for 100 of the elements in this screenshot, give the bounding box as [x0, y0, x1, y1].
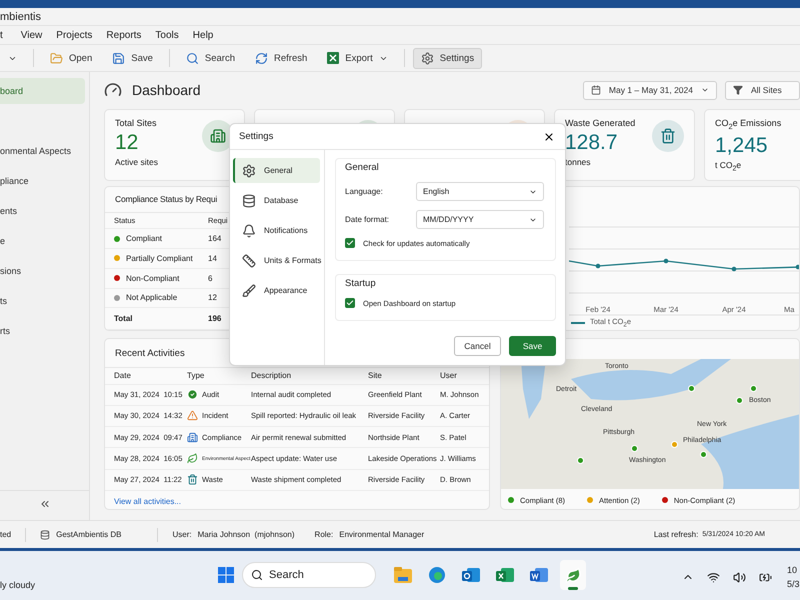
caret-icon [701, 86, 709, 94]
table-cell: 6 [208, 274, 212, 283]
sidebar-item[interactable]: sions [0, 258, 85, 284]
menu-item[interactable]: Help [192, 30, 214, 40]
menu-item[interactable]: Tools [155, 30, 179, 40]
spreadsheet-icon [496, 566, 514, 584]
date-range-picker[interactable]: May 1 – May 31, 2024 [582, 80, 717, 100]
table-cell: Partially Compliant [114, 254, 193, 263]
card-title: Total Sites [115, 118, 158, 128]
sidebar-item[interactable]: ts [0, 288, 85, 314]
settings-icon [242, 164, 256, 178]
sidebar-item[interactable]: e [0, 228, 85, 254]
start-icon[interactable] [218, 567, 234, 583]
group-title: General [345, 161, 380, 173]
card-value: 1,245 [715, 134, 768, 158]
save-button[interactable]: Save [509, 336, 556, 356]
card-title: Waste Generated [565, 118, 636, 128]
settings-nav-item[interactable]: General [233, 158, 320, 183]
document-app-icon [530, 566, 548, 584]
clock-time: 10 [787, 564, 798, 577]
sidebar-item[interactable]: pliance [0, 168, 85, 194]
card-caption: Active sites [115, 157, 159, 167]
language-select[interactable]: English [416, 182, 544, 201]
table-cell: 12 [208, 293, 217, 302]
settings-nav-item[interactable]: Appearance [233, 278, 320, 303]
group-title: Startup [345, 277, 377, 289]
settings-nav-item[interactable]: Database [233, 188, 320, 213]
user-label: User: [172, 530, 192, 539]
role-label: Role: [314, 530, 334, 539]
settings-nav-item[interactable]: Units & Formats [233, 248, 320, 273]
table-cell: Non-Compliant [114, 274, 180, 283]
column-header: User [440, 371, 457, 380]
search-icon [251, 569, 263, 581]
menu-item[interactable]: Projects [56, 30, 92, 40]
card-value: 12 [115, 131, 138, 155]
sidebar-item[interactable]: onmental Aspects [0, 138, 85, 164]
building-icon [210, 128, 226, 144]
taskbar-app[interactable] [560, 560, 586, 590]
database-icon [242, 194, 256, 208]
toolbar-button[interactable]: Export [319, 48, 396, 68]
refresh-label: Last refresh: [654, 530, 698, 539]
volume-icon[interactable] [733, 570, 746, 584]
user-name: Maria Johnson (mjohnson) [198, 530, 295, 539]
toolbar-button[interactable]: Search [178, 48, 244, 68]
sidebar-item[interactable]: board [0, 78, 85, 104]
toolbar-button[interactable]: Refresh [247, 48, 316, 68]
sidebar-item[interactable]: ents [0, 198, 85, 224]
panel-title: Recent Activities [115, 348, 185, 359]
filter-icon [733, 85, 743, 95]
leaf-icon [187, 453, 198, 464]
ruler-icon [242, 254, 256, 268]
folder-icon [50, 52, 63, 64]
cancel-button[interactable]: Cancel [454, 336, 501, 356]
browser-icon [428, 566, 446, 584]
settings-nav-item[interactable]: Notifications [233, 218, 320, 243]
leaf-icon [564, 566, 582, 584]
card-caption: t CO$_{2}$e [715, 160, 742, 172]
mail-app-icon [462, 566, 480, 584]
clock-date: 5/3 [787, 578, 800, 591]
panel-title: Compliance Status by Requi [115, 194, 218, 204]
database-icon [40, 530, 50, 540]
calendar-icon [590, 85, 601, 95]
column-header: Type [187, 371, 204, 380]
site-filter[interactable]: All Sites [725, 80, 800, 100]
page-title: Dashboard [132, 82, 200, 98]
table-cell: 164 [208, 234, 222, 244]
table-cell: Total [114, 314, 133, 324]
wifi-icon[interactable] [707, 570, 720, 584]
menu-item[interactable]: t [0, 30, 3, 40]
checkbox[interactable] [345, 298, 355, 308]
spreadsheet-icon [327, 52, 340, 64]
battery-icon[interactable] [759, 570, 772, 584]
menu-item[interactable]: View [20, 30, 42, 40]
view-all-link[interactable]: View all activities... [105, 490, 190, 509]
taskbar-search[interactable]: Search [242, 562, 376, 588]
menu-item[interactable]: Reports [106, 30, 142, 40]
date-format-select[interactable]: MM/DD/YYYY [416, 210, 544, 229]
weather-text: ly cloudy [0, 580, 36, 590]
check-circle-icon [187, 389, 198, 400]
warning-icon [187, 410, 198, 422]
column-header: Date [114, 371, 131, 380]
refresh-icon [255, 52, 268, 64]
dialog-title: Settings [239, 131, 274, 142]
sidebar-item[interactable]: rts [0, 318, 85, 344]
bell-icon [242, 224, 256, 238]
toolbar-button[interactable]: Save [104, 48, 161, 68]
close-icon [543, 130, 555, 142]
toolbar-button[interactable]: Settings [412, 48, 482, 68]
connection-status: ted [0, 530, 12, 539]
table-cell: 196 [208, 314, 222, 324]
building-icon [187, 432, 198, 443]
save-icon [112, 52, 126, 64]
table-cell: Not Applicable [114, 293, 178, 302]
field-label: Language: [345, 187, 384, 196]
column-header: Site [368, 371, 382, 380]
toolbar-button[interactable]: Open [42, 48, 100, 68]
table-cell: Compliant [114, 234, 162, 244]
window-title: mbientis [0, 10, 41, 22]
checkbox[interactable] [345, 238, 355, 248]
search-icon [186, 52, 199, 64]
